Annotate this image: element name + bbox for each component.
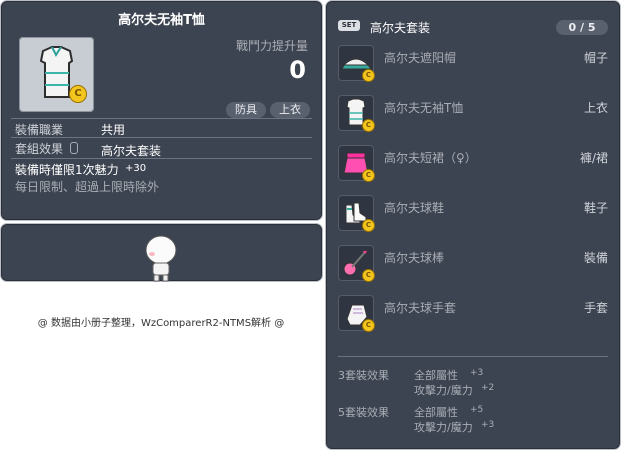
set-item-name: 高尔夫短裙（♀） bbox=[384, 151, 477, 165]
set-effect-stat: 攻擊力/魔力 bbox=[414, 421, 473, 434]
set-item-slot: 上衣 bbox=[583, 101, 608, 115]
set-effect-block: 3套裝效果 全部屬性 +3 攻擊力/魔力 +2 bbox=[326, 367, 620, 401]
glove-icon: C bbox=[338, 295, 375, 332]
combat-label: 戰鬥力提升量 bbox=[235, 39, 308, 53]
club-icon: C bbox=[338, 245, 375, 282]
visor-icon: C bbox=[338, 45, 375, 82]
coin-icon: C bbox=[362, 219, 375, 232]
tag-top: 上衣 bbox=[270, 102, 310, 118]
set-item-name: 高尔夫遮阳帽 bbox=[384, 51, 457, 65]
set-effect-stat: 攻擊力/魔力 bbox=[414, 384, 473, 397]
set-effect-stat-value: +3 bbox=[481, 420, 495, 430]
set-effect-tier: 5套裝效果 bbox=[338, 406, 389, 419]
set-effect-stat: 全部屬性 bbox=[414, 369, 458, 382]
coin-icon: C bbox=[362, 69, 375, 82]
shoes-icon: C bbox=[338, 195, 375, 232]
shirt-icon: C bbox=[338, 95, 375, 132]
set-item-slot: 鞋子 bbox=[583, 201, 608, 215]
coin-icon: C bbox=[362, 169, 375, 182]
set-item-row: C 高尔夫球手套 手套 bbox=[326, 291, 620, 335]
set-item-name: 高尔夫球手套 bbox=[384, 301, 457, 315]
set-item-slot: 褲/裙 bbox=[579, 151, 608, 165]
set-progress: 0 / 5 bbox=[556, 20, 608, 35]
coin-icon: C bbox=[362, 119, 375, 132]
set-item-slot: 裝備 bbox=[583, 251, 608, 265]
set-item-row: C 高尔夫球鞋 鞋子 bbox=[326, 191, 620, 235]
set-item-slot: 帽子 bbox=[583, 51, 608, 65]
set-effect-value: 高尔夫套装 bbox=[101, 144, 162, 158]
set-title: 高尔夫套装 bbox=[370, 21, 431, 35]
item-icon-frame: C bbox=[19, 37, 94, 112]
character-avatar bbox=[145, 235, 177, 282]
set-item-row: C 高尔夫遮阳帽 帽子 bbox=[326, 41, 620, 85]
footer-note: @ 数据由小册子整理，WzComparerR2-NTMS解析 @ bbox=[37, 318, 285, 329]
job-value: 共用 bbox=[101, 123, 126, 137]
limit-note: 每日限制、超過上限時除外 bbox=[15, 180, 160, 194]
set-effect-tier: 3套裝效果 bbox=[338, 369, 389, 382]
set-badge: SET bbox=[338, 20, 360, 31]
job-label: 裝備職業 bbox=[15, 123, 64, 137]
mouse-icon bbox=[70, 142, 78, 154]
set-effect-block: 5套裝效果 全部屬性 +5 攻擊力/魔力 +3 bbox=[326, 404, 620, 438]
set-item-name: 高尔夫球棒 bbox=[384, 251, 445, 265]
set-effect-stat-value: +2 bbox=[481, 383, 495, 393]
tag-armor: 防具 bbox=[226, 102, 266, 118]
set-item-row: C 高尔夫短裙（♀） 褲/裙 bbox=[326, 141, 620, 185]
equip-effect-value: +30 bbox=[125, 163, 147, 174]
item-title: 高尔夫无袖T恤 bbox=[118, 13, 205, 28]
set-effect-stat-value: +5 bbox=[470, 405, 484, 415]
set-info-panel: SET 高尔夫套装 0 / 5 C 高尔夫遮阳帽 帽子 C 高尔夫无袖T恤 上衣 C 高尔夫短… bbox=[325, 0, 621, 450]
character-preview-panel bbox=[0, 223, 323, 282]
set-item-row: C 高尔夫球棒 裝備 bbox=[326, 241, 620, 285]
skirt-icon: C bbox=[338, 145, 375, 182]
set-effect-stat: 全部屬性 bbox=[414, 406, 458, 419]
item-tooltip-panel: 高尔夫无袖T恤 C 戰鬥力提升量 0 防具 上衣 裝備職業 共用 套組效果 高尔… bbox=[0, 0, 323, 221]
set-item-slot: 手套 bbox=[583, 301, 608, 315]
coin-icon: C bbox=[69, 85, 87, 103]
set-item-name: 高尔夫球鞋 bbox=[384, 201, 445, 215]
coin-icon: C bbox=[362, 269, 375, 282]
set-item-row: C 高尔夫无袖T恤 上衣 bbox=[326, 91, 620, 135]
set-effect-stat-value: +3 bbox=[470, 368, 484, 378]
set-effect-label: 套組效果 bbox=[15, 142, 64, 156]
coin-icon: C bbox=[362, 319, 375, 332]
set-item-name: 高尔夫无袖T恤 bbox=[384, 101, 464, 115]
combat-value: 0 bbox=[289, 56, 306, 84]
equip-effect-label: 裝備時僅限1次魅力 bbox=[15, 163, 119, 177]
